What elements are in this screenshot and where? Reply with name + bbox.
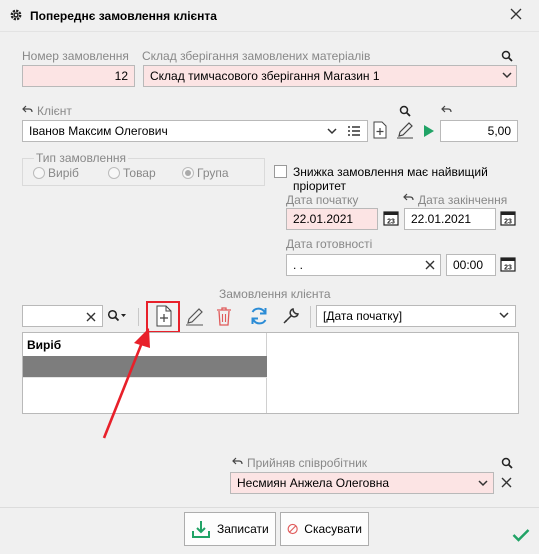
save-button-label: Записати <box>217 522 269 536</box>
save-icon <box>192 521 210 538</box>
window-title: Попереднє замовлення клієнта <box>30 9 217 23</box>
amount-back-arrow-icon[interactable] <box>441 105 452 114</box>
client-select[interactable]: Іванов Максим Олегович <box>22 120 368 142</box>
order-type-option-product[interactable]: Виріб <box>33 166 79 180</box>
employee-back-arrow-icon[interactable] <box>232 457 243 466</box>
ready-time-field[interactable]: 00:00 <box>446 254 496 276</box>
toolbar-separator <box>138 308 139 326</box>
client-search-icon[interactable] <box>399 105 411 117</box>
save-button[interactable]: Записати <box>184 512 276 546</box>
ready-date-field[interactable]: . . <box>286 254 441 276</box>
employee-chevron-down-icon[interactable] <box>478 480 488 487</box>
end-date-back-arrow-icon[interactable] <box>403 193 414 202</box>
edit-order-pencil-icon[interactable] <box>185 307 204 326</box>
new-document-icon[interactable] <box>373 121 387 139</box>
order-type-label: Тип замовлення <box>34 151 128 165</box>
order-number-field[interactable]: 12 <box>22 65 135 87</box>
warehouse-label: Склад зберігання замовлених матеріалів <box>142 49 371 63</box>
close-icon[interactable] <box>508 6 524 22</box>
sort-select-value: [Дата початку] <box>323 309 403 323</box>
toolbar-separator-2 <box>310 306 311 328</box>
svg-text:23: 23 <box>387 219 395 226</box>
list-icon[interactable] <box>347 125 361 137</box>
radio-goods[interactable] <box>108 167 120 179</box>
employee-search-icon[interactable] <box>501 457 513 469</box>
discount-priority-label: Знижка замовлення має найвищий пріоритет <box>293 165 488 193</box>
sort-chevron-down-icon[interactable] <box>499 312 509 319</box>
ready-date-label: Дата готовності <box>286 237 373 251</box>
order-number-label: Номер замовлення <box>22 49 129 63</box>
client-chevron-down-icon[interactable] <box>327 128 337 135</box>
search-icon[interactable] <box>501 50 513 62</box>
employee-value: Несмиян Анжела Олеговна <box>237 476 390 490</box>
employee-label: Прийняв співробітник <box>247 456 368 470</box>
radio-product[interactable] <box>33 167 45 179</box>
cancel-button[interactable]: Скасувати <box>280 512 369 546</box>
ready-date-value: . . <box>293 258 304 272</box>
employee-select[interactable]: Несмиян Анжела Олеговна <box>230 472 494 494</box>
search-dropdown-icon[interactable] <box>107 309 127 323</box>
footer-divider <box>0 507 539 508</box>
end-calendar-icon[interactable]: 23 <box>500 210 516 226</box>
svg-text:23: 23 <box>504 219 512 226</box>
clear-date-icon[interactable] <box>425 260 435 270</box>
order-type-option-group[interactable]: Група <box>182 166 229 180</box>
start-date-field[interactable]: 22.01.2021 <box>286 208 378 230</box>
order-type-option-goods[interactable]: Товар <box>108 166 156 180</box>
client-amount-field[interactable]: 5,00 <box>440 120 518 142</box>
cancel-icon <box>287 523 298 535</box>
client-label: Клієнт <box>37 104 72 118</box>
radio-group[interactable] <box>182 167 194 179</box>
employee-clear-icon[interactable] <box>501 477 512 488</box>
delete-trash-icon[interactable] <box>216 306 232 326</box>
pencil-icon[interactable] <box>396 121 414 139</box>
order-table-header: Виріб <box>27 338 62 352</box>
annotation-arrow-icon <box>102 328 150 439</box>
end-date-label: Дата закінчення <box>418 193 508 207</box>
play-icon[interactable] <box>423 124 435 138</box>
ready-calendar-icon[interactable]: 23 <box>500 256 516 272</box>
sort-select[interactable]: [Дата початку] <box>316 305 516 327</box>
end-date-field[interactable]: 22.01.2021 <box>404 208 496 230</box>
svg-text:23: 23 <box>504 265 512 272</box>
start-date-label: Дата початку <box>286 193 359 207</box>
wrench-icon[interactable] <box>281 306 301 326</box>
gear-icon <box>10 9 22 21</box>
warehouse-select[interactable]: Склад тимчасового зберігання Магазин 1 <box>143 65 517 87</box>
start-calendar-icon[interactable]: 23 <box>383 210 399 226</box>
discount-priority-checkbox[interactable] <box>274 165 287 178</box>
clear-search-icon[interactable] <box>86 312 96 322</box>
chevron-down-icon[interactable] <box>502 72 512 79</box>
cancel-button-label: Скасувати <box>304 522 362 536</box>
warehouse-value: Склад тимчасового зберігання Магазин 1 <box>150 69 380 83</box>
checkmark-icon <box>512 529 530 542</box>
client-order-section-label: Замовлення клієнта <box>219 287 331 301</box>
back-arrow-icon[interactable] <box>22 105 33 114</box>
refresh-icon[interactable] <box>249 306 269 326</box>
client-value: Іванов Максим Олегович <box>29 124 168 138</box>
